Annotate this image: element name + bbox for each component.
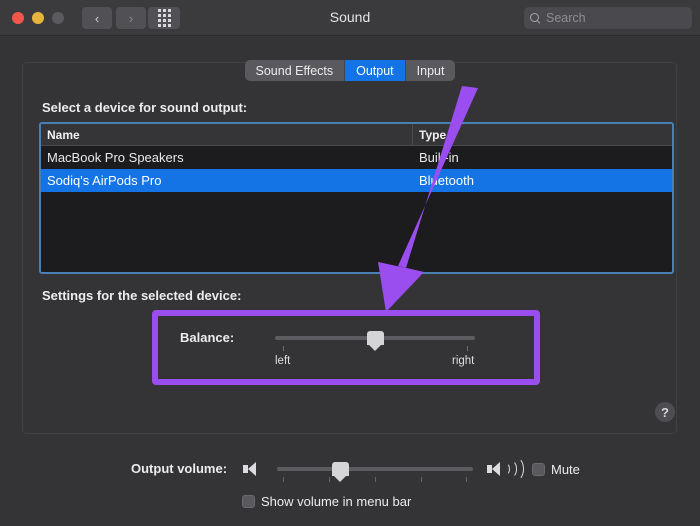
tab-bar: Sound Effects Output Input	[0, 60, 700, 81]
tab-sound-effects[interactable]: Sound Effects	[245, 60, 346, 81]
settings-for-device-label: Settings for the selected device:	[42, 288, 242, 303]
output-volume-label: Output volume:	[131, 461, 228, 476]
balance-left-label: left	[275, 355, 291, 367]
tab-input[interactable]: Input	[406, 60, 456, 81]
sound-preferences-window: ‹ › Sound Search Sound Effects Output In…	[0, 0, 700, 526]
output-volume-slider-track[interactable]	[277, 467, 473, 471]
device-type: Built-in	[419, 150, 459, 165]
show-volume-checkbox[interactable]	[242, 495, 255, 508]
volume-tick-5	[466, 477, 467, 482]
balance-slider-thumb[interactable]	[366, 331, 384, 351]
balance-tick-left	[283, 346, 284, 351]
balance-right-label: right	[452, 355, 475, 367]
help-button[interactable]: ?	[655, 402, 675, 422]
mute-label: Mute	[551, 462, 580, 477]
device-name: MacBook Pro Speakers	[47, 150, 184, 165]
volume-tick-4	[421, 477, 422, 482]
titlebar: ‹ › Sound Search	[0, 0, 700, 36]
volume-tick-1	[283, 477, 284, 482]
column-header-name[interactable]: Name	[41, 124, 413, 145]
select-device-label: Select a device for sound output:	[42, 100, 248, 115]
device-name: Sodiq's AirPods Pro	[47, 173, 162, 188]
column-header-type[interactable]: Type	[413, 124, 672, 145]
balance-label: Balance:	[180, 330, 235, 345]
show-volume-checkbox-row[interactable]: Show volume in menu bar	[242, 494, 411, 509]
table-row[interactable]: Sodiq's AirPods Pro Bluetooth	[41, 169, 672, 192]
tab-output[interactable]: Output	[345, 60, 406, 81]
device-table[interactable]: Name Type MacBook Pro Speakers Built-in …	[39, 122, 674, 274]
volume-tick-3	[375, 477, 376, 482]
mute-checkbox[interactable]	[532, 463, 545, 476]
output-volume-slider-thumb[interactable]	[331, 462, 349, 482]
table-row[interactable]: MacBook Pro Speakers Built-in	[41, 146, 672, 169]
device-type: Bluetooth	[419, 173, 474, 188]
balance-highlight-annotation	[152, 310, 540, 385]
search-placeholder: Search	[546, 11, 586, 25]
search-field[interactable]: Search	[524, 7, 692, 29]
balance-tick-right	[467, 346, 468, 351]
search-icon	[530, 12, 541, 24]
table-header: Name Type	[41, 124, 672, 146]
volume-tick-2	[329, 477, 330, 482]
show-volume-label: Show volume in menu bar	[261, 494, 412, 509]
mute-checkbox-row[interactable]: Mute	[532, 462, 580, 477]
